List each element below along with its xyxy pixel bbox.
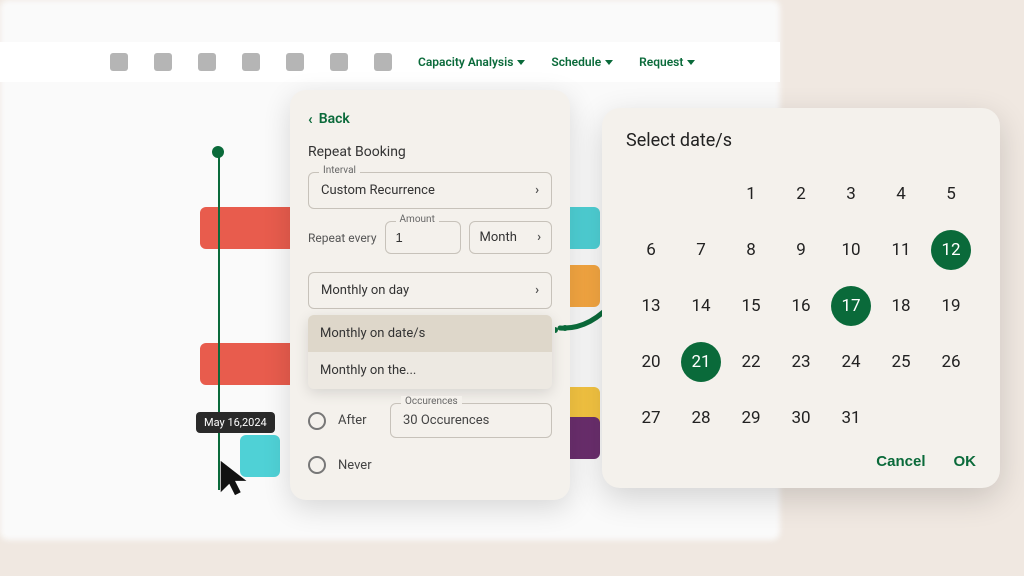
date-cell[interactable]: 31 [826,393,876,443]
date-cell[interactable]: 30 [776,393,826,443]
date-cell[interactable]: 6 [626,225,676,275]
repeat-every-label: Repeat every [308,231,377,245]
end-after-label: After [338,413,378,428]
interval-value: Custom Recurrence [321,183,435,198]
date-cell[interactable]: 10 [826,225,876,275]
date-cell[interactable]: 9 [776,225,826,275]
date-tooltip: May 16,2024 [196,412,275,433]
date-cell[interactable]: 4 [876,169,926,219]
ok-button[interactable]: OK [954,453,977,470]
date-cell[interactable]: 20 [626,337,676,387]
dropdown-item-the[interactable]: Monthly on the... [308,352,552,389]
occurrences-field-label: Occurences [401,396,462,407]
unit-select[interactable]: Month › [469,221,552,254]
toolbar-icon [198,53,216,71]
date-cell[interactable]: 12 [931,230,971,270]
date-cell[interactable]: 15 [726,281,776,331]
date-grid: 1234567891011121314151617181920212223242… [626,169,976,443]
chevron-down-icon [687,60,695,65]
date-cell[interactable]: 5 [926,169,976,219]
timeline-indicator-dot [212,146,224,158]
toolbar-icon [154,53,172,71]
toolbar-icon [110,53,128,71]
date-cell[interactable]: 14 [676,281,726,331]
end-after-radio[interactable] [308,412,326,430]
date-cell[interactable]: 26 [926,337,976,387]
monthly-mode-dropdown: Monthly on date/s Monthly on the... [308,315,552,389]
monthly-mode-select[interactable]: Monthly on day › [308,272,552,309]
date-picker-popup: Select date/s 12345678910111213141516171… [602,108,1000,488]
amount-field-label: Amount [396,214,439,225]
cancel-button[interactable]: Cancel [876,453,925,470]
date-cell[interactable]: 28 [676,393,726,443]
menu-capacity[interactable]: Capacity Analysis [418,55,513,69]
date-cell-empty [626,169,676,219]
date-cell[interactable]: 29 [726,393,776,443]
date-cell[interactable]: 2 [776,169,826,219]
chevron-right-icon: › [537,230,541,245]
amount-input[interactable] [396,230,450,245]
chevron-right-icon: › [535,183,539,198]
occurrences-field[interactable]: Occurences 30 Occurences [390,403,552,438]
timeline-indicator [218,150,220,490]
date-cell[interactable]: 11 [876,225,926,275]
date-cell[interactable]: 24 [826,337,876,387]
back-icon[interactable]: ‹ [308,110,313,128]
blurred-toolbar: Capacity Analysis Schedule Request [0,42,780,82]
date-cell[interactable]: 22 [726,337,776,387]
toolbar-icon [330,53,348,71]
menu-schedule[interactable]: Schedule [551,55,601,69]
date-cell[interactable]: 1 [726,169,776,219]
dropdown-item-dates[interactable]: Monthly on date/s [308,315,552,352]
date-cell[interactable]: 17 [831,286,871,326]
end-never-label: Never [338,458,378,473]
unit-value: Month [480,230,517,245]
occurrences-value: 30 Occurences [403,413,489,428]
date-cell[interactable]: 8 [726,225,776,275]
monthly-mode-value: Monthly on day [321,283,409,298]
interval-select[interactable]: Interval Custom Recurrence › [308,172,552,209]
back-button[interactable]: Back [319,111,350,127]
repeat-booking-panel: ‹ Back Repeat Booking Interval Custom Re… [290,90,570,500]
date-cell-empty [676,169,726,219]
panel-title: Repeat Booking [290,144,570,160]
date-cell[interactable]: 27 [626,393,676,443]
chevron-down-icon [605,60,613,65]
date-cell[interactable]: 25 [876,337,926,387]
date-cell[interactable]: 18 [876,281,926,331]
date-cell[interactable]: 19 [926,281,976,331]
date-cell[interactable]: 13 [626,281,676,331]
date-cell[interactable]: 23 [776,337,826,387]
date-cell[interactable]: 16 [776,281,826,331]
toolbar-icon [374,53,392,71]
interval-field-label: Interval [319,165,360,176]
amount-field[interactable]: Amount [385,221,461,254]
date-picker-title: Select date/s [626,130,976,151]
chevron-down-icon [517,60,525,65]
chevron-right-icon: › [535,283,539,298]
date-cell[interactable]: 7 [676,225,726,275]
end-never-radio[interactable] [308,456,326,474]
menu-request[interactable]: Request [639,55,683,69]
date-cell[interactable]: 3 [826,169,876,219]
toolbar-icon [286,53,304,71]
date-cell[interactable]: 21 [681,342,721,382]
toolbar-icon [242,53,260,71]
